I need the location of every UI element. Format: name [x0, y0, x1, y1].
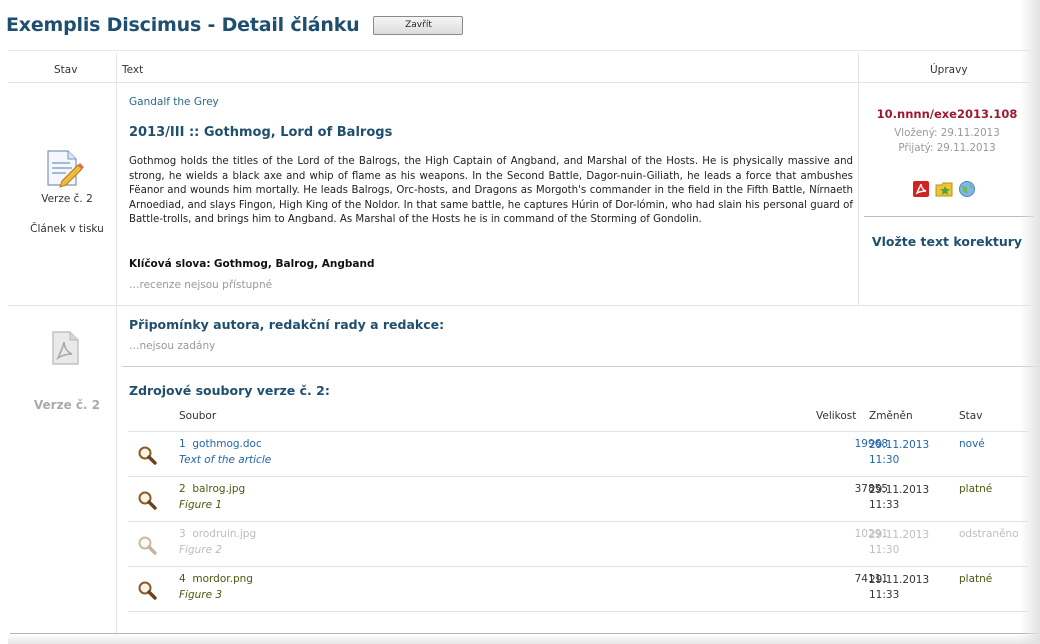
file-description: Figure 3: [179, 589, 223, 601]
reviews-note: …recenze nejsou přístupné: [129, 279, 273, 291]
bottom-shadow: [8, 634, 1040, 644]
keywords-label: Klíčová slova:: [129, 258, 211, 270]
magnifier-icon[interactable]: [136, 580, 158, 602]
document-edit-icon[interactable]: [44, 147, 84, 189]
edits-divider: [864, 216, 1034, 217]
file-state: platné: [959, 483, 993, 495]
page-header: Exemplis Discimus - Detail článku Zavřít: [6, 10, 464, 40]
file-state: odstraněno: [959, 528, 1019, 540]
table-row[interactable]: 3 orodruin.jpg Figure 2 10291 29.11.2013…: [128, 522, 1028, 567]
article-author: Gandalf the Grey: [129, 96, 219, 108]
keywords-line: Klíčová slova: Gothmog, Balrog, Angband: [129, 258, 375, 270]
doi-label: 10.nnnn/exe2013.108: [876, 107, 1018, 121]
magnifier-icon[interactable]: [136, 445, 158, 467]
star-folder-icon[interactable]: [935, 180, 953, 198]
file-name[interactable]: 2 balrog.jpg: [179, 483, 245, 495]
table-row[interactable]: 4 mordor.png Figure 3 74111 29.11.2013 11…: [128, 567, 1028, 612]
file-description: Figure 2: [179, 544, 223, 556]
row-divider: [128, 611, 1028, 612]
column-divider: [116, 53, 117, 633]
pdf-icon[interactable]: [912, 180, 930, 198]
source-version-label: Verze č. 2: [33, 398, 101, 412]
article-state-label: Článek v tisku: [30, 223, 104, 235]
pdf-file-icon[interactable]: [48, 330, 82, 366]
file-description: Figure 1: [179, 499, 223, 511]
file-changed: 29.11.2013 11:30: [869, 529, 930, 556]
accepted-date: Přijatý: 29.11.2013: [898, 142, 996, 154]
column-header-edits: Úpravy: [930, 64, 968, 76]
section-divider: [122, 366, 1038, 367]
column-header-state: Stav: [959, 410, 983, 422]
file-changed: 29.11.2013 11:33: [869, 574, 930, 601]
magnifier-icon[interactable]: [136, 535, 158, 557]
page-title: Exemplis Discimus - Detail článku: [6, 14, 360, 36]
globe-icon[interactable]: [958, 180, 976, 198]
comments-title: Připomínky autora, redakční rady a redak…: [129, 317, 445, 332]
file-state: nové: [959, 438, 985, 450]
article-title: 2013/III :: Gothmog, Lord of Balrogs: [129, 125, 393, 140]
header-divider: [8, 50, 1030, 51]
row-divider: [8, 82, 1030, 83]
table-row[interactable]: 1 gothmog.doc Text of the article 19968 …: [128, 432, 1028, 477]
version-label: Verze č. 2: [41, 193, 93, 205]
sources-title: Zdrojové soubory verze č. 2:: [129, 383, 330, 398]
column-header-size: Velikost: [816, 410, 857, 422]
file-state: platné: [959, 573, 993, 585]
row-divider: [8, 305, 1030, 306]
file-name[interactable]: 1 gothmog.doc: [179, 438, 262, 450]
file-name[interactable]: 4 mordor.png: [179, 573, 253, 585]
action-icons: [912, 180, 976, 198]
file-changed: 29.11.2013 11:33: [869, 484, 930, 511]
inserted-date: Vložený: 29.11.2013: [894, 127, 1000, 139]
file-changed: 29.11.2013 11:30: [869, 439, 930, 466]
column-divider: [858, 53, 859, 305]
insert-proof-link[interactable]: Vložte text korektury: [862, 234, 1032, 249]
column-header-text: Text: [122, 64, 144, 76]
file-name[interactable]: 3 orodruin.jpg: [179, 528, 256, 540]
magnifier-icon[interactable]: [136, 490, 158, 512]
keywords-value: Gothmog, Balrog, Angband: [213, 258, 375, 270]
comments-empty: …nejsou zadány: [129, 340, 216, 352]
article-abstract: Gothmog holds the titles of the Lord of …: [129, 156, 853, 226]
column-header-file: Soubor: [179, 410, 217, 422]
table-row[interactable]: 2 balrog.jpg Figure 1 37855 29.11.2013 11…: [128, 477, 1028, 522]
right-shadow: [1020, 0, 1040, 644]
column-header-status: Stav: [54, 64, 78, 76]
close-button[interactable]: Zavřít: [373, 15, 464, 35]
column-header-changed: Změněn: [869, 410, 913, 422]
file-description: Text of the article: [179, 454, 272, 466]
